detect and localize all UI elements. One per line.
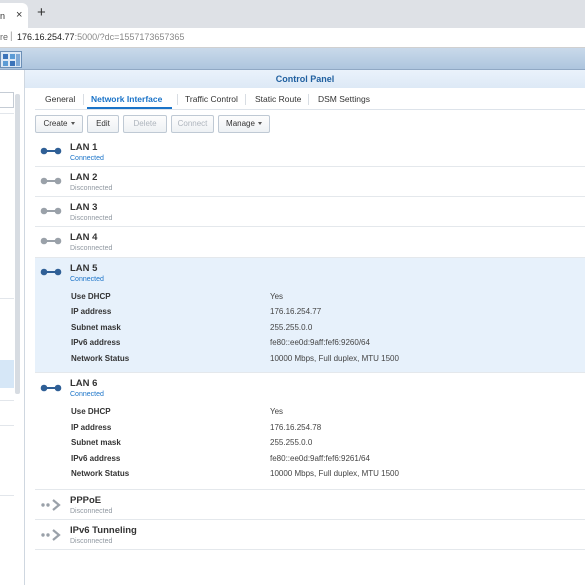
dhcp-value: Yes — [270, 292, 284, 301]
delete-label: Delete — [133, 119, 157, 128]
tab-separator — [245, 94, 246, 105]
close-tab-icon[interactable]: × — [16, 9, 22, 21]
address-bar[interactable]: re | 176.16.254.77:5000/?dc=155717365736… — [0, 28, 585, 48]
lan-disconnected-icon — [40, 177, 62, 185]
network-status-value: 10000 Mbps, Full duplex, MTU 1500 — [270, 354, 399, 363]
pppoe-icon — [41, 499, 61, 511]
tab-dsm-settings[interactable]: DSM Settings — [318, 94, 370, 104]
ipv6-label: IPv6 address — [71, 338, 121, 347]
interface-name: PPPoE — [70, 495, 102, 506]
delete-button[interactable]: Delete — [123, 115, 167, 133]
ip-value: 176.16.254.77 — [270, 307, 322, 316]
lan-disconnected-icon — [40, 237, 62, 245]
subnet-label: Subnet mask — [71, 323, 121, 332]
lan-disconnected-icon — [40, 207, 62, 215]
dhcp-label: Use DHCP — [71, 407, 111, 416]
interface-status: Disconnected — [70, 245, 113, 252]
address-host: 176.16.254.77 — [17, 32, 75, 42]
interface-row-lan3[interactable]: LAN 3 Disconnected — [35, 197, 585, 227]
tab-traffic-control[interactable]: Traffic Control — [185, 94, 238, 104]
network-status-label: Network Status — [71, 354, 130, 363]
connect-button[interactable]: Connect — [171, 115, 214, 133]
interface-row-pppoe[interactable]: PPPoE Disconnected — [35, 490, 585, 520]
create-label: Create — [43, 119, 68, 128]
ip-value: 176.16.254.78 — [270, 423, 322, 432]
manage-label: Manage — [226, 119, 255, 128]
address-path: :5000/?dc=1557173657365 — [74, 32, 185, 42]
control-panel-task-icon[interactable] — [0, 51, 22, 68]
browser-tab-title: n — [0, 11, 6, 21]
tab-network-interface[interactable]: Network Interface — [91, 94, 162, 104]
interface-status: Connected — [70, 155, 104, 162]
dhcp-label: Use DHCP — [71, 292, 111, 301]
network-status-value: 10000 Mbps, Full duplex, MTU 1500 — [270, 469, 399, 478]
search-input[interactable] — [0, 92, 14, 108]
create-button[interactable]: Create — [35, 115, 83, 133]
divider — [0, 298, 14, 299]
browser-tabbar: n × + — [0, 0, 585, 28]
interface-row-lan6[interactable]: LAN 6 Connected Use DHCP Yes IP address … — [35, 373, 585, 490]
subnet-label: Subnet mask — [71, 438, 121, 447]
connect-label: Connect — [177, 119, 208, 128]
divider — [0, 400, 14, 401]
address-security-label: re — [0, 32, 9, 42]
interface-row-lan5[interactable]: LAN 5 Connected Use DHCP Yes IP address … — [35, 258, 585, 373]
new-tab-icon[interactable]: + — [37, 4, 46, 21]
address-separator: | — [10, 31, 13, 42]
subnet-value: 255.255.0.0 — [270, 438, 313, 447]
ip-label: IP address — [71, 423, 112, 432]
edit-button[interactable]: Edit — [87, 115, 119, 133]
ipv6-value: fe80::ee0d:9aff:fef6:9260/64 — [270, 338, 370, 347]
interface-name: LAN 4 — [70, 232, 98, 243]
chevron-down-icon — [257, 122, 262, 126]
manage-button[interactable]: Manage — [218, 115, 270, 133]
browser-tab[interactable]: n × — [0, 3, 28, 28]
active-tab-indicator — [87, 107, 172, 109]
tab-separator — [83, 94, 84, 105]
chevron-down-icon — [70, 122, 75, 126]
interface-name: LAN 2 — [70, 172, 98, 183]
divider — [0, 425, 14, 426]
lan-connected-icon — [40, 384, 62, 392]
sidebar-scrollbar[interactable] — [15, 94, 20, 394]
interface-status: Disconnected — [70, 508, 113, 515]
tab-separator — [177, 94, 178, 105]
interface-status: Disconnected — [70, 538, 113, 545]
interface-status: Disconnected — [70, 185, 113, 192]
ipv6-label: IPv6 address — [71, 454, 121, 463]
dhcp-value: Yes — [270, 407, 284, 416]
interface-row-lan4[interactable]: LAN 4 Disconnected — [35, 227, 585, 258]
interface-name: LAN 3 — [70, 202, 98, 213]
interface-status: Connected — [70, 391, 104, 398]
ipv6-value: fe80::ee0d:9aff:fef6:9261/64 — [270, 454, 370, 463]
interface-row-lan2[interactable]: LAN 2 Disconnected — [35, 167, 585, 197]
interface-status: Disconnected — [70, 215, 113, 222]
interface-status: Connected — [70, 276, 104, 283]
interface-row-ipv6-tunneling[interactable]: IPv6 Tunneling Disconnected — [35, 520, 585, 550]
left-panel — [0, 70, 25, 585]
interface-row-lan1[interactable]: LAN 1 Connected — [35, 137, 585, 167]
tab-separator — [308, 94, 309, 105]
tab-general[interactable]: General — [45, 94, 75, 104]
interface-name: LAN 1 — [70, 142, 98, 153]
lan-connected-icon — [40, 147, 62, 155]
interface-name: IPv6 Tunneling — [70, 525, 137, 536]
window-title: Control Panel — [25, 70, 585, 88]
address-url[interactable]: 176.16.254.77:5000/?dc=1557173657365 — [17, 32, 184, 42]
dsm-taskbar — [0, 48, 585, 70]
divider — [0, 113, 14, 114]
divider — [0, 495, 14, 496]
tab-static-route[interactable]: Static Route — [255, 94, 301, 104]
sidebar-item-network[interactable] — [0, 360, 14, 388]
network-status-label: Network Status — [71, 469, 130, 478]
lan-connected-icon — [40, 268, 62, 276]
interface-name: LAN 5 — [70, 263, 98, 274]
tab-strip: General Network Interface Traffic Contro… — [35, 88, 585, 110]
edit-label: Edit — [96, 119, 110, 128]
subnet-value: 255.255.0.0 — [270, 323, 313, 332]
tunnel-icon — [41, 529, 61, 541]
interface-name: LAN 6 — [70, 378, 98, 389]
ip-label: IP address — [71, 307, 112, 316]
